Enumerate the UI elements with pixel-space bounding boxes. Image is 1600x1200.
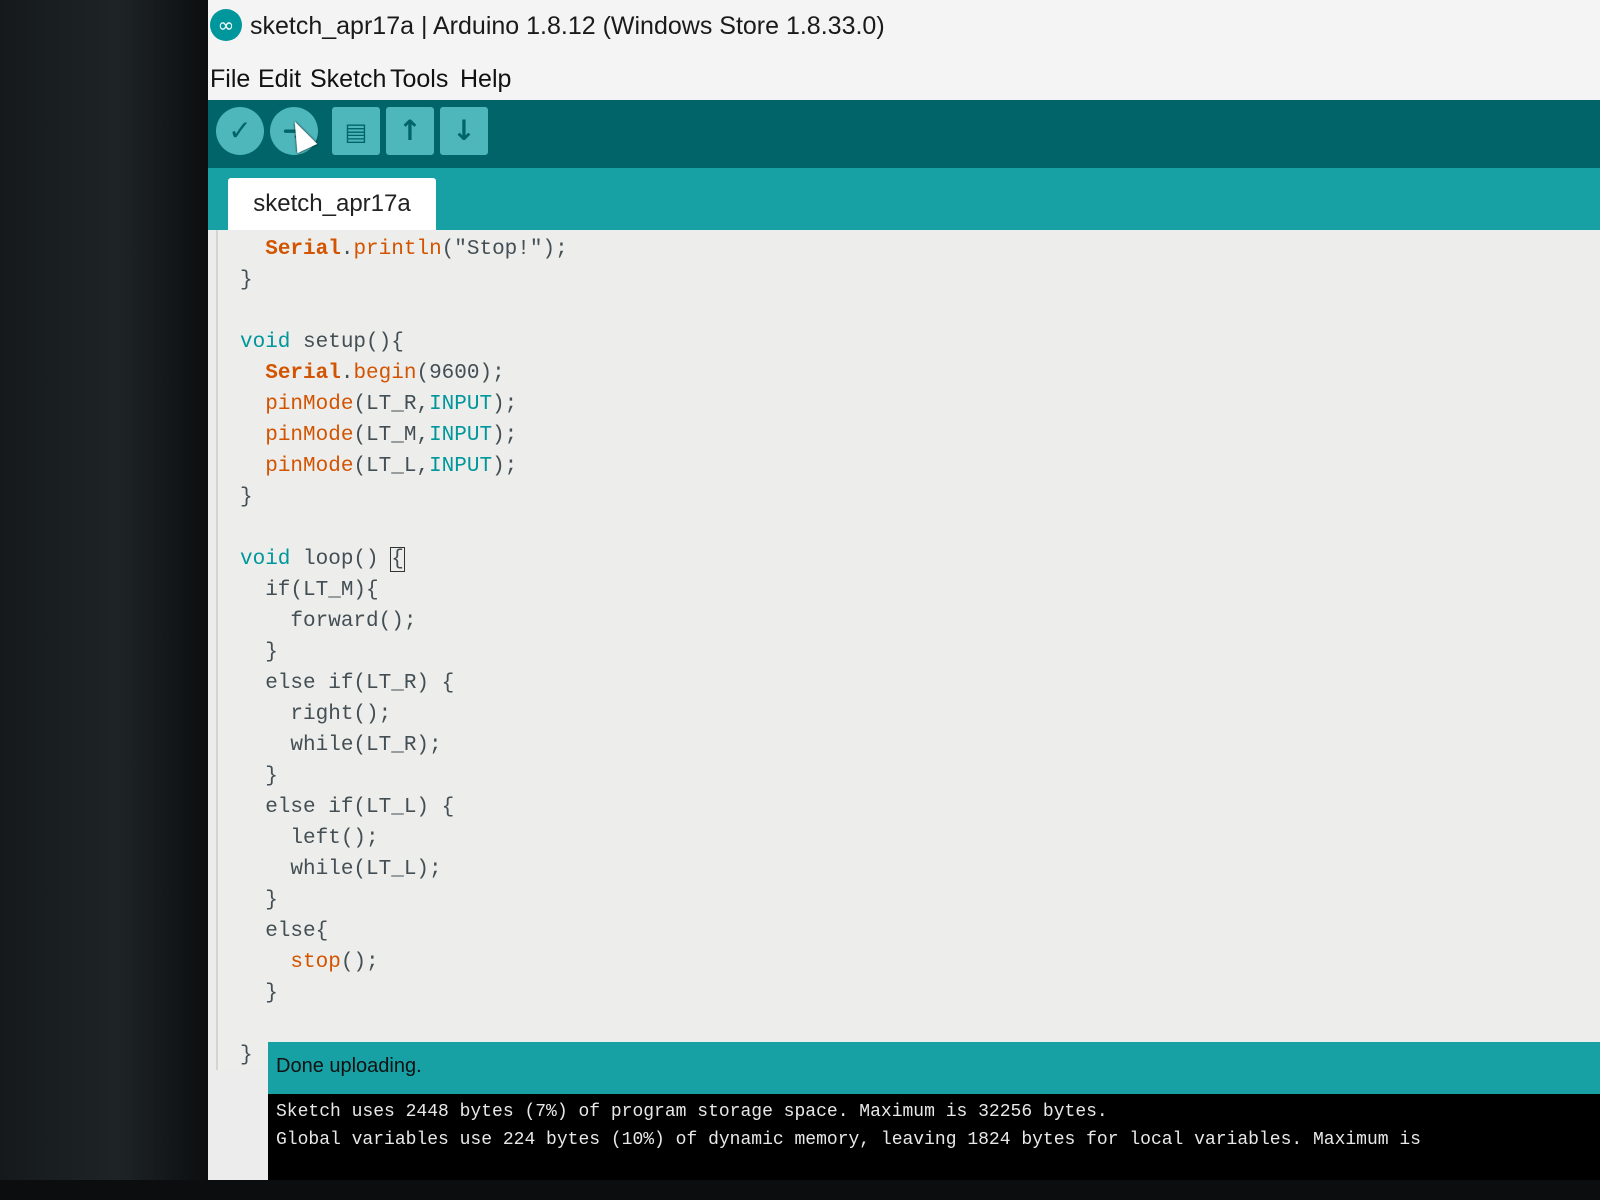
code-editor[interactable]: Serial.println("Stop!"); } void setup(){…: [216, 230, 1600, 1070]
toolbar: ✓ ➜ ▤ ↑ ↓: [208, 100, 1600, 168]
code-line: pinMode(LT_M,INPUT);: [265, 424, 518, 447]
console-line: Global variables use 224 bytes (10%) of …: [276, 1130, 1421, 1150]
new-button[interactable]: ▤: [332, 107, 380, 155]
code-line: left();: [240, 827, 379, 850]
code-line: pinMode(LT_R,INPUT);: [265, 393, 518, 416]
open-button[interactable]: ↑: [386, 107, 434, 155]
code-line: if(LT_M){: [240, 579, 379, 602]
window-title: sketch_apr17a | Arduino 1.8.12 (Windows …: [250, 12, 885, 40]
check-icon: ✓: [228, 114, 252, 147]
arduino-ide-window: ∞ sketch_apr17a | Arduino 1.8.12 (Window…: [208, 0, 1600, 1200]
verify-button[interactable]: ✓: [216, 107, 264, 155]
save-button[interactable]: ↓: [440, 107, 488, 155]
code-line: Serial.begin(9600);: [265, 362, 505, 385]
menu-file[interactable]: File: [210, 58, 250, 100]
monitor-bezel: [0, 0, 212, 1200]
code-text[interactable]: Serial.println("Stop!"); } void setup(){…: [240, 234, 568, 1071]
code-line: else if(LT_L) {: [240, 796, 455, 819]
menu-tools[interactable]: Tools: [390, 58, 448, 100]
code-line: }: [240, 486, 253, 509]
code-line: pinMode(LT_L,INPUT);: [265, 455, 518, 478]
status-message: Done uploading.: [276, 1055, 422, 1077]
monitor-bezel-bottom: [0, 1180, 1600, 1200]
menu-help[interactable]: Help: [460, 58, 511, 100]
menu-sketch[interactable]: Sketch: [310, 58, 386, 100]
arrow-up-icon: ↑: [398, 114, 422, 147]
code-line: right();: [240, 703, 392, 726]
code-line: while(LT_R);: [240, 734, 442, 757]
code-line: else if(LT_R) {: [240, 672, 455, 695]
code-line: stop();: [290, 951, 379, 974]
tab-bar: sketch_apr17a: [208, 168, 1600, 230]
arrow-down-icon: ↓: [452, 114, 476, 147]
code-line: }: [240, 269, 253, 292]
arduino-logo-icon: ∞: [210, 9, 242, 41]
code-line: }: [240, 982, 278, 1005]
menu-bar: File Edit Sketch Tools Help: [208, 58, 1600, 101]
code-line: }: [240, 641, 278, 664]
code-line: void setup(){: [240, 331, 404, 354]
code-line: forward();: [240, 610, 417, 633]
tab-sketch_apr17a[interactable]: sketch_apr17a: [228, 178, 436, 230]
title-bar: ∞ sketch_apr17a | Arduino 1.8.12 (Window…: [208, 0, 1600, 58]
file-icon: ▤: [344, 118, 368, 146]
menu-edit[interactable]: Edit: [258, 58, 301, 100]
console-line: Sketch uses 2448 bytes (7%) of program s…: [276, 1102, 1108, 1122]
status-bar: Done uploading.: [268, 1042, 1600, 1094]
code-line: }: [240, 765, 278, 788]
code-line: while(LT_L);: [240, 858, 442, 881]
code-line: }: [240, 1044, 253, 1067]
code-line: }: [240, 889, 278, 912]
output-console[interactable]: Sketch uses 2448 bytes (7%) of program s…: [268, 1094, 1600, 1184]
code-line: else{: [240, 920, 329, 943]
code-line: void loop() {: [240, 547, 405, 572]
code-line: Serial.println("Stop!");: [265, 238, 568, 261]
